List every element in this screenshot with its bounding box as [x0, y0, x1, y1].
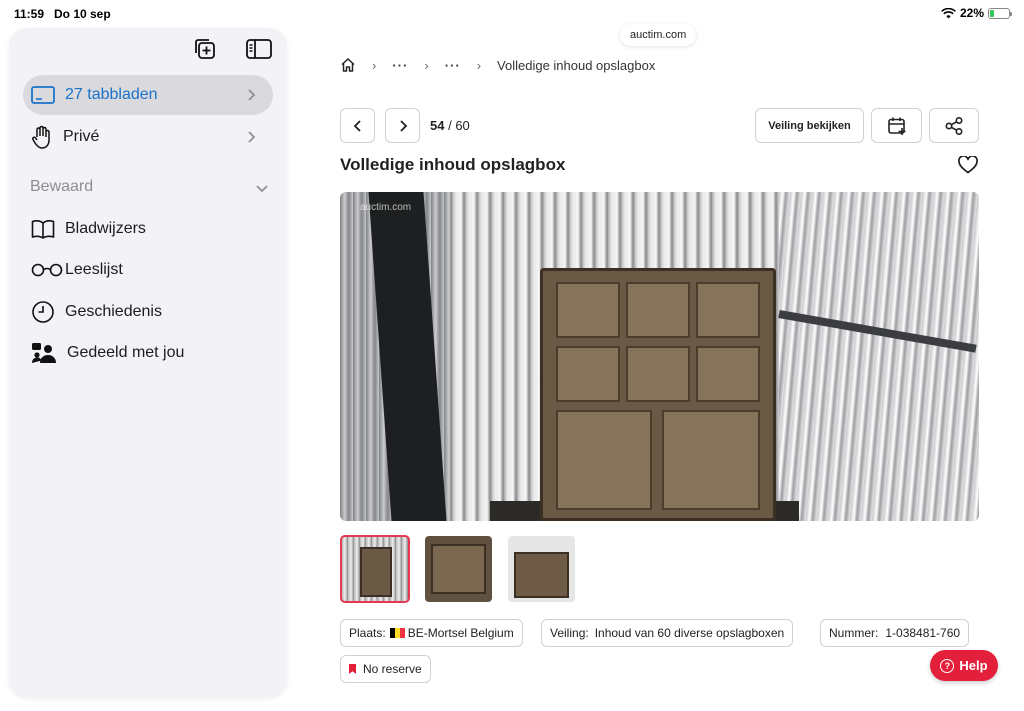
location-chip: Plaats: BE-Mortsel Belgium	[340, 619, 523, 647]
chevron-right-icon	[399, 119, 407, 132]
share-icon	[945, 116, 963, 135]
clock-icon	[32, 301, 54, 323]
sidebar-toggle-icon[interactable]	[245, 36, 273, 62]
tabs-icon	[31, 86, 55, 104]
lot-counter: 54 / 60	[430, 118, 470, 133]
breadcrumb-ellipsis[interactable]: ···	[445, 58, 461, 73]
sidebar-item-history[interactable]: Geschiedenis	[23, 292, 273, 332]
breadcrumb-chevron-icon: ›	[476, 57, 482, 73]
url-pill[interactable]: auctim.com	[620, 24, 697, 46]
number-label: Nummer:	[829, 626, 879, 640]
chevron-down-icon	[256, 185, 268, 193]
breadcrumb-chevron-icon: ›	[372, 57, 377, 73]
sidebar-item-label: Privé	[63, 128, 100, 145]
breadcrumb-chevron-icon: ›	[424, 57, 429, 73]
chevron-right-icon	[248, 89, 256, 101]
new-tab-group-icon[interactable]	[191, 36, 219, 62]
lot-title: Volledige inhoud opslagbox	[340, 155, 566, 174]
no-reserve-label: No reserve	[363, 662, 422, 676]
home-icon[interactable]	[340, 57, 356, 73]
chevron-right-icon	[248, 131, 256, 143]
auction-chip[interactable]: Veiling: Inhoud van 60 diverse opslagbox…	[541, 619, 794, 647]
section-label: Bewaard	[30, 178, 94, 195]
sidebar-item-tabs[interactable]: 27 tabbladen	[23, 75, 273, 115]
book-icon	[31, 220, 55, 239]
auction-label: Veiling:	[550, 626, 589, 640]
sidebar-section-saved[interactable]: Bewaard	[30, 178, 270, 196]
sidebar-item-private[interactable]: Privé	[23, 117, 273, 157]
photo-cabinet	[540, 268, 776, 521]
sidebar-toolbar	[191, 36, 273, 62]
question-icon: ?	[940, 658, 955, 673]
lot-current: 54	[430, 118, 445, 133]
chevron-left-icon	[353, 119, 361, 132]
view-auction-button[interactable]: Veiling bekijken	[755, 108, 864, 143]
next-lot-button[interactable]	[385, 108, 420, 143]
add-to-calendar-button[interactable]	[871, 108, 922, 143]
sidebar-item-shared[interactable]: Gedeeld met jou	[23, 333, 273, 373]
belgium-flag-icon	[389, 628, 405, 638]
wifi-icon	[941, 7, 956, 18]
sidebar-item-label: Geschiedenis	[65, 303, 162, 320]
sidebar-item-label: Gedeeld met jou	[67, 344, 185, 361]
share-button[interactable]	[929, 108, 979, 143]
help-button[interactable]: ? Help	[930, 650, 998, 681]
glasses-icon	[31, 263, 63, 277]
breadcrumb-current: Volledige inhoud opslagbox	[497, 57, 656, 73]
number-value: 1-038481-760	[885, 626, 961, 640]
lot-number-chip: Nummer: 1-038481-760	[820, 619, 970, 647]
status-right: 22%	[941, 6, 1012, 20]
hand-icon	[32, 125, 50, 149]
status-bar: 11:59 Do 10 sep 22%	[0, 0, 1024, 28]
thumbnail-1[interactable]	[340, 535, 410, 603]
previous-lot-button[interactable]	[340, 108, 375, 143]
help-label: Help	[959, 658, 988, 673]
photo-watermark: auctim.com	[360, 202, 412, 213]
breadcrumb: › ··· › ··· › Volledige inhoud opslagbox	[340, 56, 655, 74]
sidebar: 27 tabbladen Privé Bewaard Bladwijzers L…	[9, 28, 287, 698]
thumbnail-3[interactable]	[508, 536, 575, 602]
sidebar-item-label: Bladwijzers	[65, 220, 146, 237]
location-label: Plaats:	[349, 626, 386, 640]
breadcrumb-ellipsis[interactable]: ···	[392, 58, 408, 73]
sidebar-item-label: 27 tabbladen	[65, 86, 158, 103]
auction-value: Inhoud van 60 diverse opslagboxen	[594, 626, 785, 640]
no-reserve-badge: No reserve	[340, 655, 431, 683]
bookmark-icon	[349, 664, 356, 674]
location-value: BE-Mortsel Belgium	[407, 626, 514, 640]
battery-icon	[988, 7, 1012, 19]
sidebar-item-label: Leeslijst	[65, 261, 123, 278]
status-date: Do 10 sep	[54, 7, 111, 21]
shared-people-icon	[32, 343, 56, 363]
photo-right-wall	[779, 192, 979, 521]
heart-icon[interactable]	[958, 156, 978, 174]
thumbnail-2[interactable]	[425, 536, 492, 602]
sidebar-item-reading-list[interactable]: Leeslijst	[23, 250, 273, 290]
lot-separator: /	[444, 118, 456, 133]
calendar-add-icon	[887, 117, 905, 135]
lot-total: 60	[455, 118, 470, 133]
battery-percent: 22%	[959, 6, 984, 20]
sidebar-item-bookmarks[interactable]: Bladwijzers	[23, 209, 273, 249]
main-lot-photo[interactable]: auctim.com	[340, 192, 979, 521]
status-time: 11:59	[14, 7, 45, 21]
